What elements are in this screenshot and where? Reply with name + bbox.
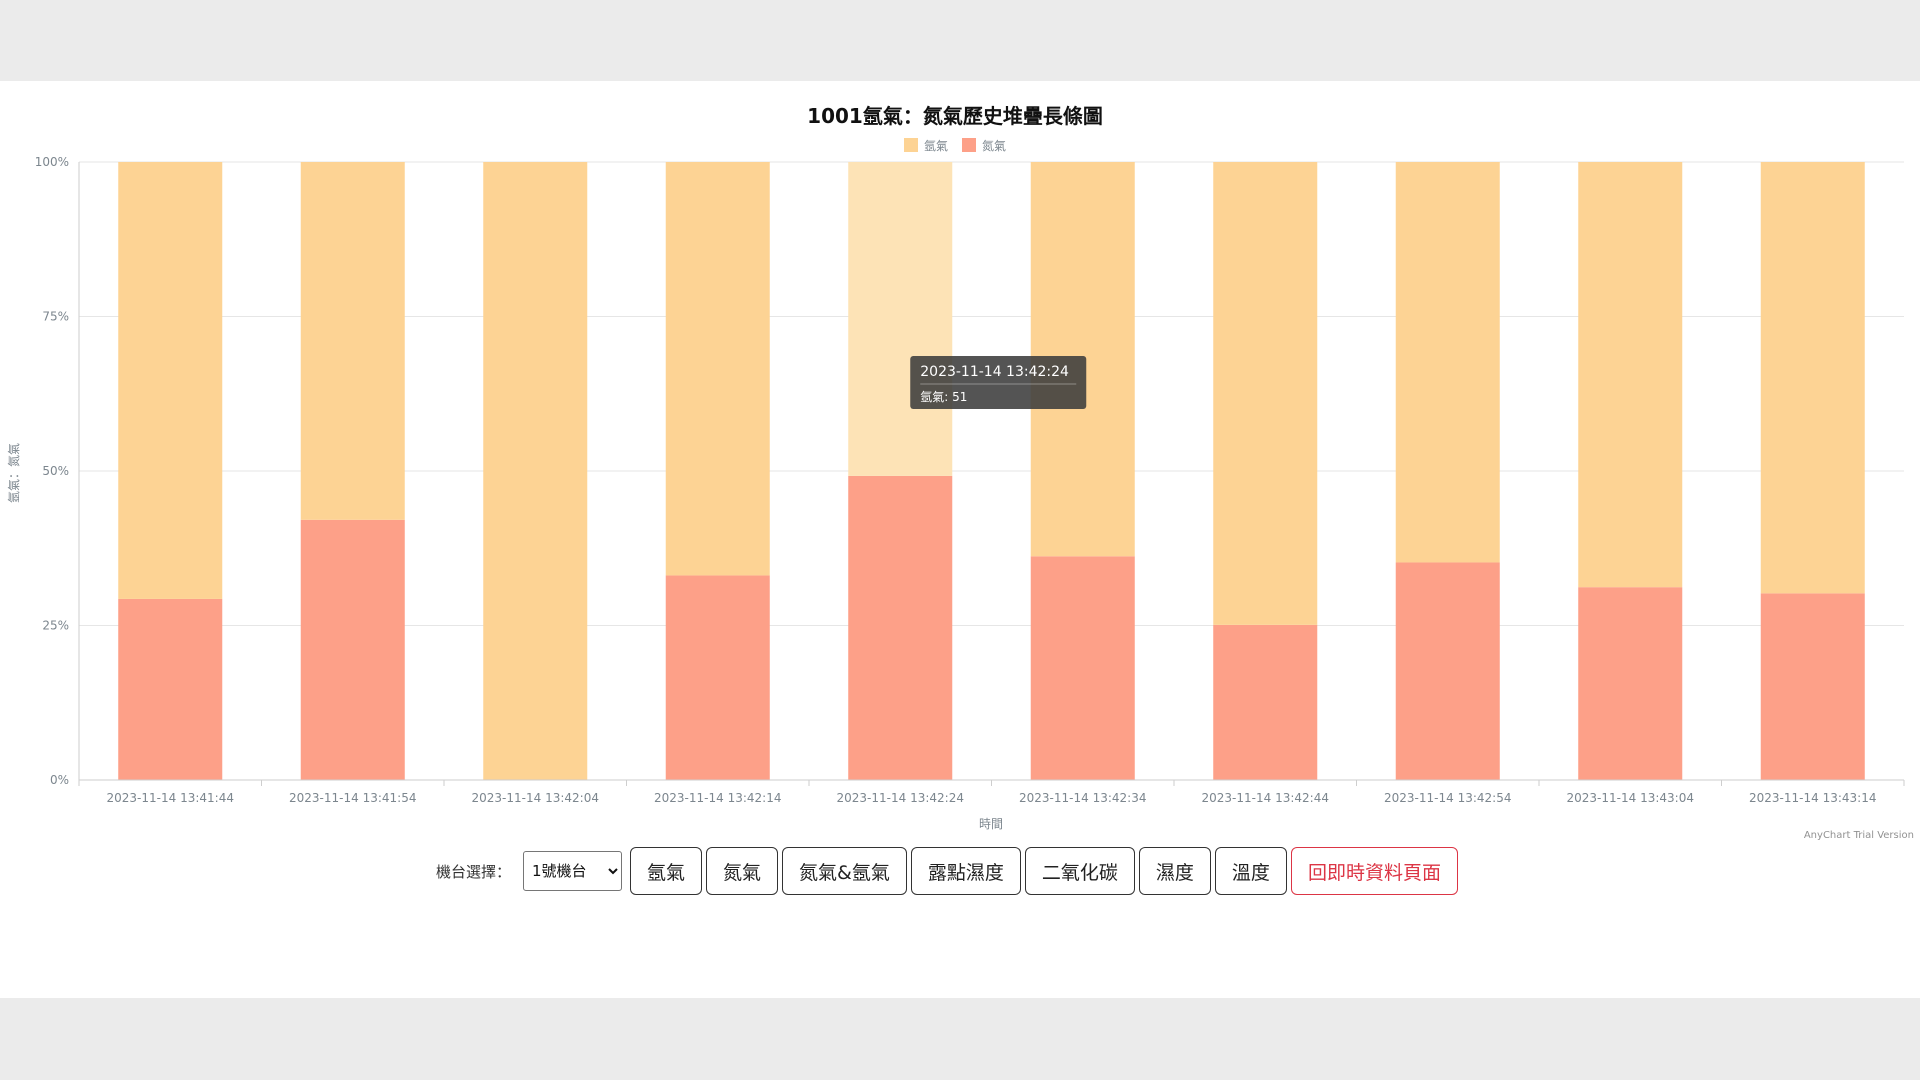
x-tick-label-6: 2023-11-14 13:42:44 [1202,791,1329,805]
x-tick-label-3: 2023-11-14 13:42:14 [654,791,781,805]
chart-legend: 氬氣 氮氣 [904,138,1006,153]
y-tick-label-1: 25% [42,619,69,633]
tooltip-value: 氬氣: 51 [920,390,967,404]
control-bar: 機台選擇： 1號機台 氬氣 氮氣 氮氣&氬氣 露點濕度 二氧化碳 濕度 溫度 回… [436,847,1458,895]
chart-title: 1001氬氣：氮氣歷史堆疊長條圖 [807,104,1103,128]
chart-credits[interactable]: AnyChart Trial Version [1804,830,1914,841]
bar-nitrogen-3[interactable] [665,575,770,780]
bar-nitrogen-5[interactable] [1030,556,1135,780]
bar-argon-6[interactable] [1213,162,1318,625]
y-axis-tick-labels: 0% 25% 50% 75% 100% [35,155,69,787]
legend-label-0[interactable]: 氬氣 [924,139,948,153]
bar-argon-9[interactable] [1760,162,1865,594]
y-tick-label-3: 75% [42,310,69,324]
back-to-realtime-button[interactable]: 回即時資料頁面 [1290,847,1458,895]
bar-argon-1[interactable] [300,162,405,520]
temperature-button[interactable]: 溫度 [1214,847,1287,895]
x-tick-label-1: 2023-11-14 13:41:54 [289,791,416,805]
co2-button[interactable]: 二氧化碳 [1024,847,1135,895]
nitrogen-button[interactable]: 氮氣 [706,847,779,895]
x-tick-label-9: 2023-11-14 13:43:14 [1749,791,1876,805]
bar-argon-4[interactable] [848,162,953,476]
humidity-button[interactable]: 濕度 [1138,847,1211,895]
x-axis-title: 時間 [979,817,1003,831]
bar-nitrogen-4[interactable] [848,475,953,780]
stacked-bar-chart: 1001氬氣：氮氣歷史堆疊長條圖 氬氣 氮氣 0% 25% 50% 75% 100% 20… [6,104,1914,841]
x-tick-label-2: 2023-11-14 13:42:04 [472,791,599,805]
tooltip-title: 2023-11-14 13:42:24 [920,364,1069,380]
dewpoint-humidity-button[interactable]: 露點濕度 [910,847,1021,895]
page-container: 1001氬氣：氮氣歷史堆疊長條圖 氬氣 氮氣 0% 25% 50% 75% 100% 20… [0,81,1920,998]
bar-nitrogen-7[interactable] [1395,562,1500,780]
x-tick-label-4: 2023-11-14 13:42:24 [837,791,964,805]
y-axis-title: 氬氣：氮氣 [6,443,21,503]
chart-tooltip: 2023-11-14 13:42:24 氬氣: 51 [910,356,1087,409]
y-tick-label-2: 50% [42,464,69,478]
bar-argon-0[interactable] [118,162,223,599]
x-tick-label-7: 2023-11-14 13:42:54 [1384,791,1511,805]
bar-argon-2[interactable] [483,162,588,780]
x-tick-label-5: 2023-11-14 13:42:34 [1019,791,1146,805]
bar-argon-7[interactable] [1395,162,1500,563]
nitrogen-argon-button[interactable]: 氮氣&氬氣 [782,847,907,895]
y-tick-label-4: 100% [35,155,69,169]
bar-nitrogen-9[interactable] [1760,593,1865,780]
x-axis-tick-labels: 2023-11-14 13:41:44 2023-11-14 13:41:54 20… [107,791,1877,805]
x-tick-label-8: 2023-11-14 13:43:04 [1567,791,1694,805]
machine-select[interactable]: 1號機台 [523,851,623,891]
legend-swatch-0[interactable] [904,138,918,152]
bar-nitrogen-1[interactable] [300,519,405,780]
x-tick-label-0: 2023-11-14 13:41:44 [107,791,234,805]
legend-label-1[interactable]: 氮氣 [982,138,1006,153]
bar-nitrogen-8[interactable] [1578,587,1683,780]
bar-argon-8[interactable] [1578,162,1683,588]
machine-select-label: 機台選擇： [436,862,512,881]
bar-nitrogen-6[interactable] [1213,624,1318,780]
bar-nitrogen-0[interactable] [118,598,223,780]
y-tick-label-0: 0% [50,773,69,787]
legend-swatch-1[interactable] [962,138,976,152]
argon-button[interactable]: 氬氣 [630,847,703,895]
bar-argon-3[interactable] [665,162,770,576]
